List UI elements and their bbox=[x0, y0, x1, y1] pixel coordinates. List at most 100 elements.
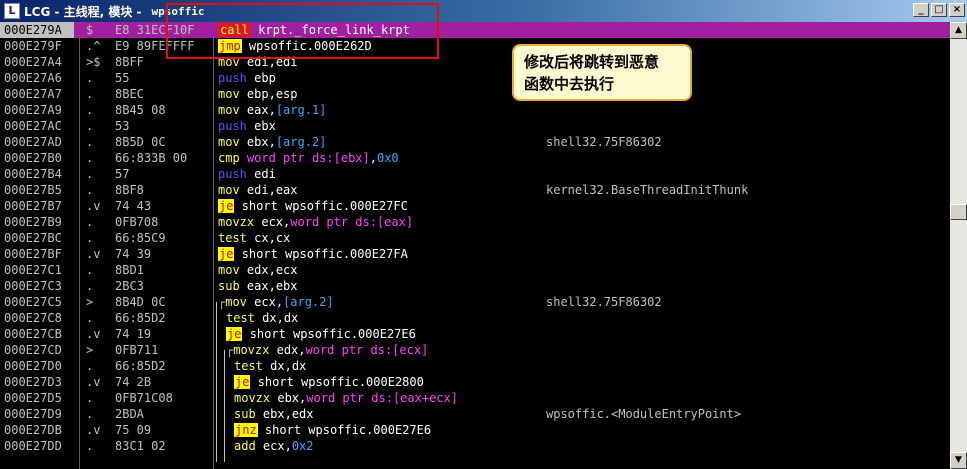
disasm-row[interactable]: 000E27CB .v 74 19 je short wpsoffic.000E27E… bbox=[0, 326, 950, 342]
instruction-cell: ┌movzx edx,word ptr ds:[ecx] bbox=[226, 342, 428, 358]
disasm-row[interactable]: 000E27A7. 8BEC mov ebp,esp bbox=[0, 86, 950, 102]
scroll-down-button[interactable]: ▼ bbox=[950, 452, 967, 469]
disasm-row[interactable]: 000E27AC. 53 push ebx bbox=[0, 118, 950, 134]
flow-marker: . bbox=[86, 71, 94, 85]
title-bar[interactable]: L LCG - 主线程, 模块 - wpsoffic _ □ × bbox=[0, 0, 967, 22]
operand: ecx, bbox=[262, 439, 292, 453]
flow-marker: . bbox=[86, 215, 94, 229]
instruction-cell: push ebp bbox=[218, 70, 276, 86]
instruction-cell: mov eax,[arg.1] bbox=[218, 102, 326, 118]
disasm-row[interactable]: 000E27A6. 55 push ebp bbox=[0, 70, 950, 86]
disasm-row[interactable]: 000E27AD. 8B5D 0C mov ebx,[arg.2] shell32.7… bbox=[0, 134, 950, 150]
hex-bytes-cell: 75 09 bbox=[115, 423, 152, 437]
address-cell: 000E27B7 bbox=[4, 199, 62, 213]
mnemonic: sub bbox=[218, 279, 240, 293]
disasm-row[interactable]: 000E27DD. 83C1 02 add ecx,0x2 bbox=[0, 438, 950, 454]
disasm-row[interactable]: 000E27D3 .v 74 2B je short wpsoffic.000E280… bbox=[0, 374, 950, 390]
mnemonic: mov bbox=[218, 135, 240, 149]
disasm-row[interactable]: 000E27A4 >$ 8BFF mov edi,edi bbox=[0, 54, 950, 70]
vertical-scrollbar[interactable]: ▲ ▼ bbox=[950, 22, 967, 469]
mnemonic: push bbox=[218, 119, 247, 133]
disasm-row[interactable]: 000E27BF .v 74 39 je short wpsoffic.000E27F… bbox=[0, 246, 950, 262]
flow-marker: . bbox=[86, 119, 94, 133]
annotation-callout: 修改后将跳转到恶意 函数中去执行 bbox=[512, 44, 692, 101]
disasm-row[interactable]: 000E27D0. 66:85D2 test dx,dx bbox=[0, 358, 950, 374]
window-controls: _ □ × bbox=[911, 3, 965, 17]
operand: [arg.2] bbox=[283, 295, 334, 309]
disasm-row[interactable]: 000E27C1. 8BD1 mov edx,ecx bbox=[0, 262, 950, 278]
flow-marker: . bbox=[86, 263, 94, 277]
address-cell: 000E27B5 bbox=[4, 183, 62, 197]
minimize-button[interactable]: _ bbox=[913, 3, 929, 17]
instruction-cell: je short wpsoffic.000E27FA bbox=[218, 246, 408, 262]
close-button[interactable]: × bbox=[949, 3, 965, 17]
annotation-line: 函数中去执行 bbox=[524, 75, 615, 93]
disasm-row[interactable]: 000E27D9. 2BDA sub ebx,edx wpsoffic.<Module… bbox=[0, 406, 950, 422]
mnemonic: mov bbox=[218, 87, 240, 101]
flow-marker: .v bbox=[86, 375, 101, 389]
instruction-cell: jmp wpsoffic.000E262D bbox=[218, 38, 372, 54]
operand: ebx bbox=[254, 119, 276, 133]
operand: ecx, bbox=[254, 295, 284, 309]
address-cell: 000E27D3 bbox=[4, 375, 62, 389]
operand: dx,dx bbox=[270, 359, 307, 373]
scroll-up-button[interactable]: ▲ bbox=[950, 22, 967, 39]
operand: 0x0 bbox=[376, 151, 399, 165]
instruction-cell: ┌mov ecx,[arg.2] bbox=[218, 294, 334, 310]
disasm-row[interactable]: 000E27C3. 2BC3 sub eax,ebx bbox=[0, 278, 950, 294]
instruction-cell: test dx,dx bbox=[234, 358, 306, 374]
disasm-row[interactable]: 000E27D5. 0FB71C08 movzx ebx,word ptr ds:[… bbox=[0, 390, 950, 406]
scroll-thumb[interactable] bbox=[950, 204, 967, 220]
disasm-row[interactable]: 000E27B5. 8BF8 mov edi,eax kernel32.BaseThr… bbox=[0, 182, 950, 198]
maximize-button[interactable]: □ bbox=[931, 3, 947, 17]
mnemonic: movzx bbox=[233, 343, 270, 357]
operand: krpt._force_link_krpt bbox=[258, 23, 410, 37]
disasm-row[interactable]: 000E27B0. 66:833B 00 cmp word ptr ds:[ebx]… bbox=[0, 150, 950, 166]
flow-marker: . bbox=[86, 231, 94, 245]
hex-bytes-cell: 74 19 bbox=[115, 327, 152, 341]
disasm-row[interactable]: 000E27A9. 8B45 08 mov eax,[arg.1] bbox=[0, 102, 950, 118]
hex-bytes-cell: 2BC3 bbox=[115, 279, 144, 293]
address-cell: 000E279F bbox=[4, 39, 62, 53]
instruction-cell: jnz short wpsoffic.000E27E6 bbox=[234, 422, 431, 438]
app-icon[interactable]: L bbox=[4, 3, 20, 19]
operand: ecx, bbox=[261, 215, 291, 229]
disasm-row[interactable]: 000E279A $ E8 31ECF10F call krpt._force_lin… bbox=[0, 22, 950, 38]
operand: [arg.2] bbox=[275, 135, 327, 149]
disasm-row[interactable]: 000E27C5 >8B4D 0C ┌mov ecx,[arg.2] shell32.… bbox=[0, 294, 950, 310]
annotation-line: 修改后将跳转到恶意 bbox=[524, 53, 660, 71]
disasm-row[interactable]: 000E27BC. 66:85C9 test cx,cx bbox=[0, 230, 950, 246]
disasm-row[interactable]: 000E27DB .v 75 09 jnz short wpsoffic.000E27… bbox=[0, 422, 950, 438]
flow-marker: > bbox=[86, 343, 94, 357]
mnemonic: movzx bbox=[218, 215, 255, 229]
operand: ebx, bbox=[277, 391, 307, 405]
disasm-row[interactable]: 000E27B9. 0FB708 movzx ecx,word ptr ds:[ea… bbox=[0, 214, 950, 230]
flow-marker: $ bbox=[86, 23, 94, 37]
address-cell: 000E27DB bbox=[4, 423, 62, 437]
mnemonic: mov bbox=[218, 183, 240, 197]
instruction-cell: cmp word ptr ds:[ebx],0x0 bbox=[218, 150, 399, 166]
instruction-cell: mov ebx,[arg.2] bbox=[218, 134, 326, 150]
disasm-row[interactable]: 000E27CD >0FB711 ┌movzx edx,word ptr ds:[e… bbox=[0, 342, 950, 358]
address-cell: 000E27A4 bbox=[4, 55, 62, 69]
disasm-row[interactable]: 000E27C8. 66:85D2 test dx,dx bbox=[0, 310, 950, 326]
operand: edx, bbox=[276, 343, 306, 357]
address-cell: 000E27C3 bbox=[4, 279, 62, 293]
disasm-row[interactable]: 000E279F .^ E9 89FEFFFF jmp wpsoffic.000E26… bbox=[0, 38, 950, 54]
operand: edi,edi bbox=[246, 55, 298, 69]
disassembly-pane[interactable]: 000E279A $ E8 31ECF10F call krpt._force_lin… bbox=[0, 22, 950, 469]
hex-bytes-cell: 8B5D 0C bbox=[115, 135, 166, 149]
instruction-cell: je short wpsoffic.000E27E6 bbox=[226, 326, 416, 342]
flow-marker: . bbox=[86, 439, 94, 453]
mnemonic: mov bbox=[218, 55, 240, 69]
operand: short wpsoffic.000E27FC bbox=[241, 199, 408, 213]
mnemonic: test bbox=[218, 231, 247, 245]
disasm-row[interactable]: 000E27B7 .v 74 43 je short wpsoffic.000E27F… bbox=[0, 198, 950, 214]
operand: ebx,edx bbox=[262, 407, 314, 421]
address-cell: 000E27D5 bbox=[4, 391, 62, 405]
hex-bytes-cell: 83C1 02 bbox=[115, 439, 166, 453]
flow-marker: > bbox=[86, 295, 94, 309]
instruction-cell: mov edx,ecx bbox=[218, 262, 298, 278]
flow-marker: . bbox=[86, 167, 94, 181]
disasm-row[interactable]: 000E27B4. 57 push edi bbox=[0, 166, 950, 182]
